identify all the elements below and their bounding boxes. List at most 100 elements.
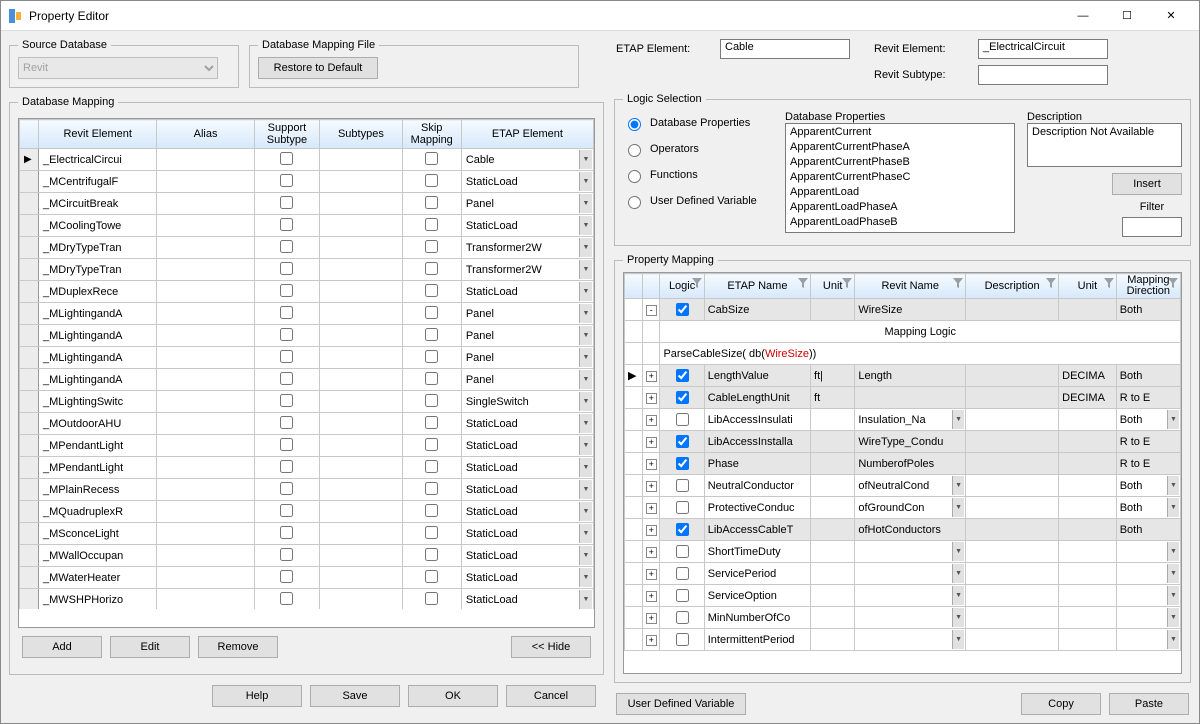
chevron-down-icon[interactable]: ▼ [579,216,592,235]
maximize-button[interactable]: ☐ [1105,2,1149,30]
table-row[interactable]: _MLightingandA Panel▼ [20,347,594,369]
table-row[interactable]: _MPendantLight StaticLoad▼ [20,435,594,457]
skip-mapping-checkbox[interactable] [425,262,438,275]
support-subtype-checkbox[interactable] [280,284,293,297]
table-row[interactable]: + ServiceOption ▼ ▼ [625,585,1181,607]
list-item[interactable]: ApparentLoadPhaseB [787,215,1013,230]
close-button[interactable]: ✕ [1149,2,1193,30]
expand-icon[interactable]: + [646,437,657,448]
expand-icon[interactable]: + [646,591,657,602]
expand-icon[interactable]: + [646,393,657,404]
table-row[interactable]: _MOutdoorAHU StaticLoad▼ [20,413,594,435]
table-row[interactable]: _MCircuitBreak Panel▼ [20,193,594,215]
skip-mapping-checkbox[interactable] [425,284,438,297]
col-support-subtype[interactable]: SupportSubtype [254,120,320,149]
chevron-down-icon[interactable]: ▼ [579,414,592,433]
chevron-down-icon[interactable]: ▼ [952,410,964,429]
chevron-down-icon[interactable]: ▼ [952,586,964,605]
logic-checkbox[interactable] [676,589,689,602]
mapping-logic-row[interactable]: ParseCableSize( db(WireSize)) [625,343,1181,365]
table-row[interactable]: _MWSHPHorizo StaticLoad▼ [20,589,594,610]
support-subtype-checkbox[interactable] [280,482,293,495]
col-unit2[interactable]: Unit [1059,274,1117,299]
chevron-down-icon[interactable]: ▼ [579,348,592,367]
chevron-down-icon[interactable]: ▼ [1167,498,1179,517]
logic-checkbox[interactable] [676,567,689,580]
chevron-down-icon[interactable]: ▼ [579,370,592,389]
table-row[interactable]: + IntermittentPeriod ▼ ▼ [625,629,1181,651]
help-button[interactable]: Help [212,685,302,707]
hide-button[interactable]: << Hide [511,636,591,658]
table-row[interactable]: + LibAccessCableT ofHotConductors Both [625,519,1181,541]
chevron-down-icon[interactable]: ▼ [579,304,592,323]
support-subtype-checkbox[interactable] [280,526,293,539]
list-item[interactable]: ApparentLoad [787,185,1013,200]
chevron-down-icon[interactable]: ▼ [1167,476,1179,495]
table-row[interactable]: ▶ _ElectricalCircui Cable▼ [20,149,594,171]
chevron-down-icon[interactable]: ▼ [579,502,592,521]
table-row[interactable]: + ProtectiveConduc ofGroundCon▼ Both▼ [625,497,1181,519]
logic-checkbox[interactable] [676,501,689,514]
expand-icon[interactable]: + [646,569,657,580]
list-item[interactable]: ApparentCurrentPhaseC [787,170,1013,185]
table-row[interactable]: _MLightingandA Panel▼ [20,303,594,325]
expand-icon[interactable]: + [646,613,657,624]
chevron-down-icon[interactable]: ▼ [579,524,592,543]
chevron-down-icon[interactable]: ▼ [1167,564,1179,583]
chevron-down-icon[interactable]: ▼ [952,498,964,517]
chevron-down-icon[interactable]: ▼ [1167,608,1179,627]
support-subtype-checkbox[interactable] [280,460,293,473]
logic-checkbox[interactable] [676,435,689,448]
chevron-down-icon[interactable]: ▼ [579,392,592,411]
col-revit-name[interactable]: Revit Name [855,274,966,299]
database-mapping-grid[interactable]: Revit Element Alias SupportSubtype Subty… [19,119,594,609]
col-description[interactable]: Description [966,274,1059,299]
table-row[interactable]: - CabSize WireSize Both [625,299,1181,321]
table-row[interactable]: + ServicePeriod ▼ ▼ [625,563,1181,585]
support-subtype-checkbox[interactable] [280,174,293,187]
chevron-down-icon[interactable]: ▼ [952,564,964,583]
add-button[interactable]: Add [22,636,102,658]
skip-mapping-checkbox[interactable] [425,372,438,385]
skip-mapping-checkbox[interactable] [425,174,438,187]
user-defined-variable-button[interactable]: User Defined Variable [616,693,746,715]
logic-checkbox[interactable] [676,545,689,558]
list-item[interactable]: ApparentCurrentPhaseB [787,155,1013,170]
table-row[interactable]: _MLightingandA Panel▼ [20,369,594,391]
skip-mapping-checkbox[interactable] [425,196,438,209]
chevron-down-icon[interactable]: ▼ [1167,410,1179,429]
list-item[interactable]: ApparentCurrent [787,125,1013,140]
logic-checkbox[interactable] [676,633,689,646]
funnel-icon[interactable] [1046,278,1056,288]
logic-checkbox[interactable] [676,523,689,536]
chevron-down-icon[interactable]: ▼ [579,326,592,345]
table-row[interactable]: + LibAccessInsulati Insulation_Na▼ Both▼ [625,409,1181,431]
db-properties-list[interactable]: ApparentCurrentApparentCurrentPhaseAAppa… [785,123,1015,233]
chevron-down-icon[interactable]: ▼ [952,630,964,649]
table-row[interactable]: _MCoolingTowe StaticLoad▼ [20,215,594,237]
insert-button[interactable]: Insert [1112,173,1182,195]
logic-checkbox[interactable] [676,303,689,316]
table-row[interactable]: ▶ + LengthValue ft| Length DECIMA Both [625,365,1181,387]
expand-icon[interactable]: + [646,547,657,558]
radio-functions[interactable]: Functions [623,167,773,183]
skip-mapping-checkbox[interactable] [425,504,438,517]
table-row[interactable]: _MDryTypeTran Transformer2W▼ [20,259,594,281]
expand-icon[interactable]: + [646,371,657,382]
minimize-button[interactable]: — [1061,2,1105,30]
ok-button[interactable]: OK [408,685,498,707]
skip-mapping-checkbox[interactable] [425,460,438,473]
support-subtype-checkbox[interactable] [280,240,293,253]
support-subtype-checkbox[interactable] [280,152,293,165]
support-subtype-checkbox[interactable] [280,350,293,363]
skip-mapping-checkbox[interactable] [425,328,438,341]
funnel-icon[interactable] [1104,278,1114,288]
chevron-down-icon[interactable]: ▼ [1167,542,1179,561]
chevron-down-icon[interactable]: ▼ [1167,630,1179,649]
chevron-down-icon[interactable]: ▼ [952,542,964,561]
logic-checkbox[interactable] [676,611,689,624]
table-row[interactable]: _MCentrifugalF StaticLoad▼ [20,171,594,193]
skip-mapping-checkbox[interactable] [425,548,438,561]
support-subtype-checkbox[interactable] [280,328,293,341]
chevron-down-icon[interactable]: ▼ [579,568,592,587]
